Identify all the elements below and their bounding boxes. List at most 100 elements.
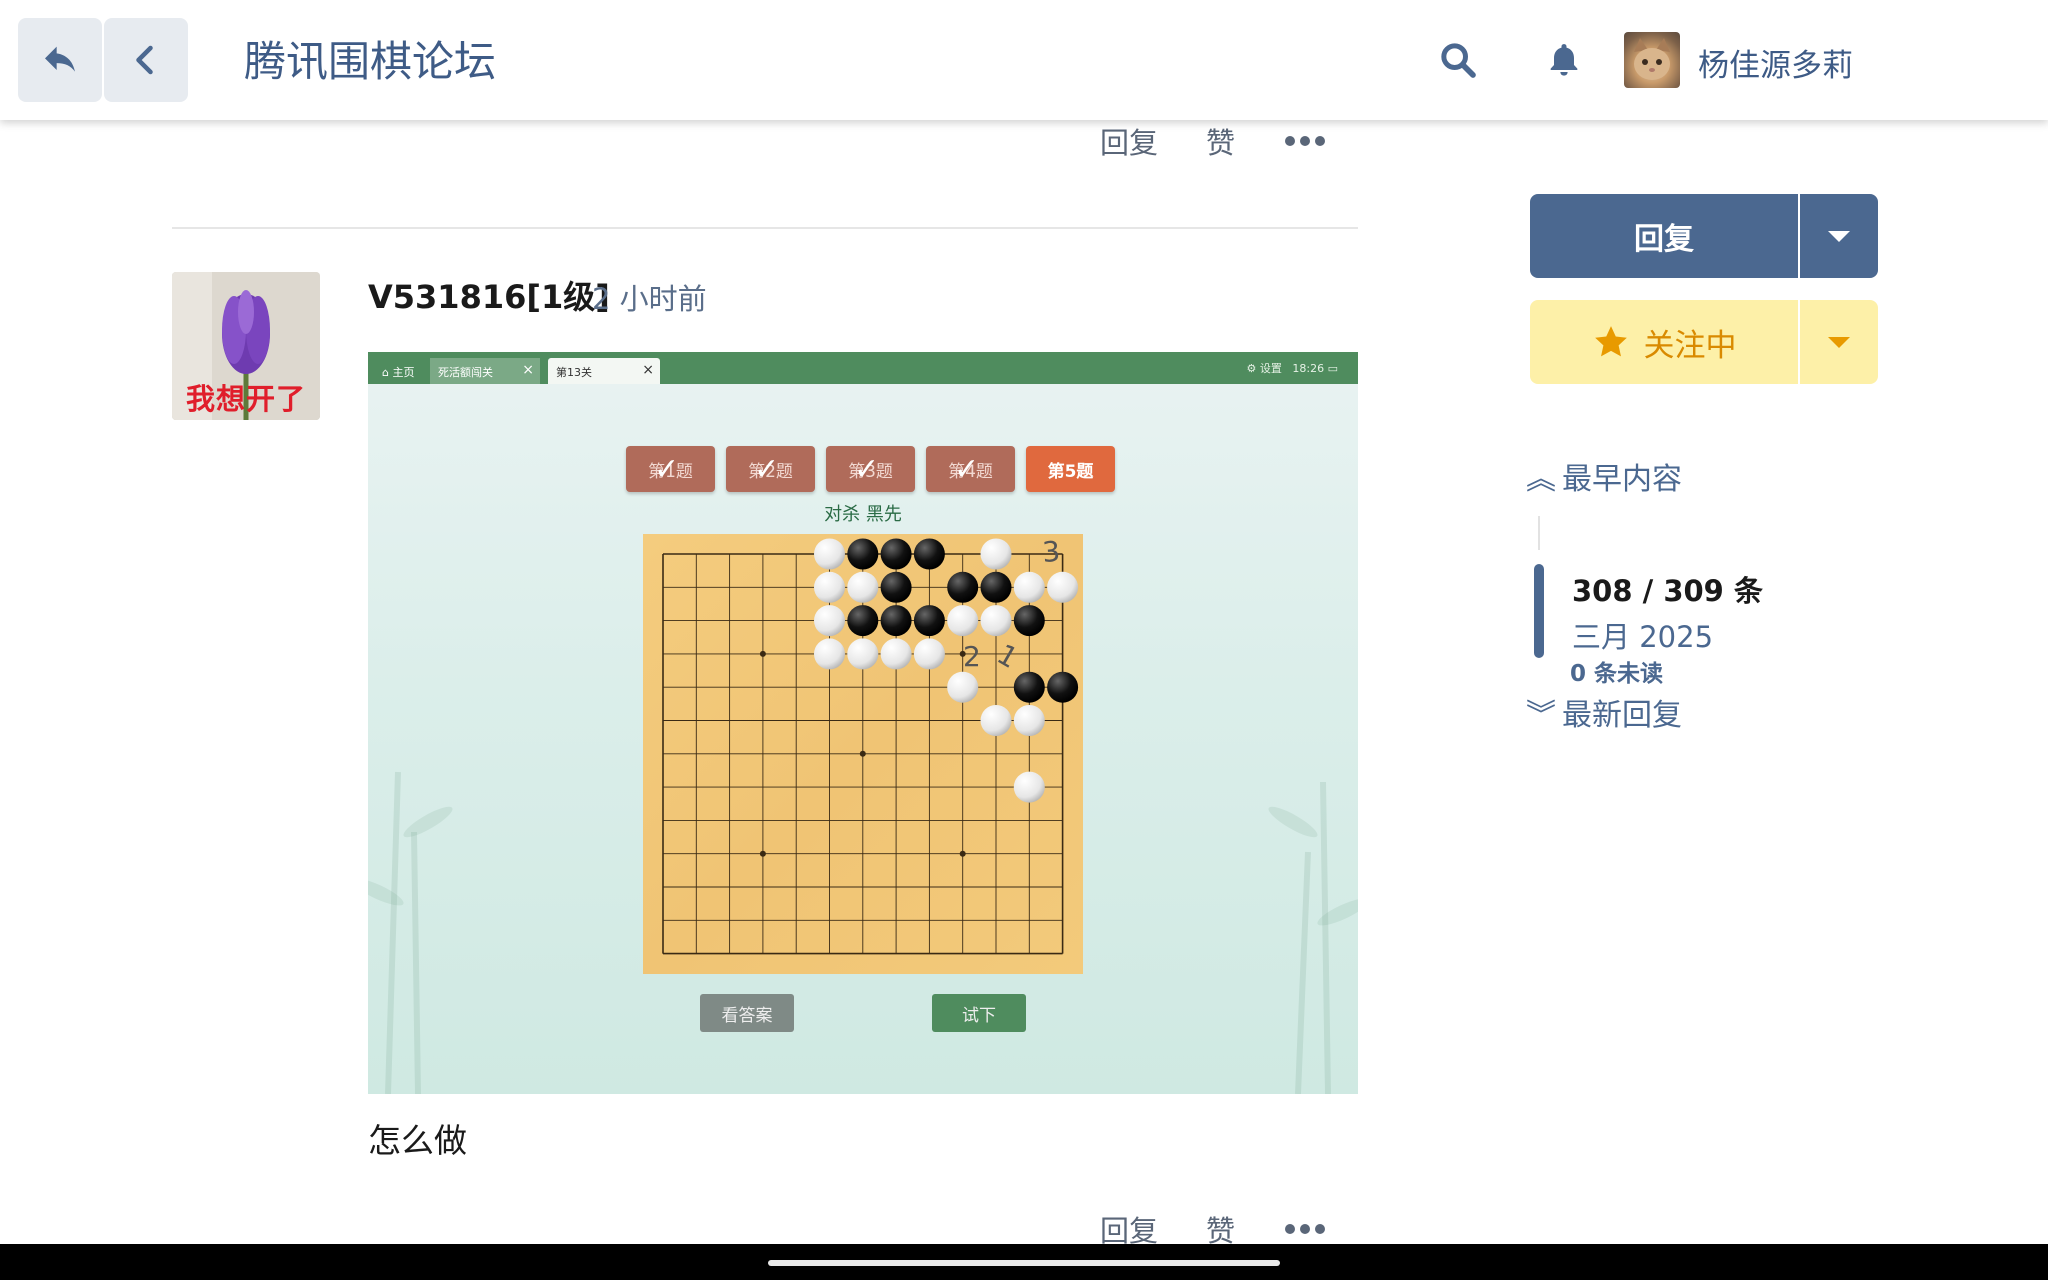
question-button-4[interactable]: 第4题 ✓ [926,446,1015,492]
white-stone[interactable] [913,638,945,670]
question-button-2[interactable]: 第2题 ✓ [726,446,815,492]
white-stone[interactable] [1013,705,1045,736]
bell-icon [1550,44,1578,76]
star-point [959,850,966,857]
game-tab-current[interactable]: 第13关 × [548,358,660,384]
black-stone[interactable] [1013,671,1045,703]
black-stone[interactable] [1047,671,1079,703]
black-stone[interactable] [847,605,879,637]
caret-down-icon [1828,336,1850,348]
post-username[interactable]: V531816[1级] [368,272,610,318]
star-point [759,650,766,657]
reply-dropdown-button[interactable] [1800,194,1878,278]
star-point [759,850,766,857]
white-stone[interactable] [1013,571,1045,603]
game-titlebar: ⌂ 主页 死活额闯关 × 第13关 × ⚙ 设置 18:26 ▭ [368,352,1358,384]
black-stone[interactable] [913,605,945,637]
reply-arrow-icon [45,46,75,72]
black-stone[interactable] [913,538,945,570]
top-header: 腾讯围棋论坛 杨佳源多莉 [0,0,2048,120]
white-stone[interactable] [814,605,845,637]
back-button[interactable] [104,18,188,102]
question-button-1[interactable]: 第1题 ✓ [626,446,715,492]
chevron-left-icon [136,45,153,75]
handwritten-annotation: 3 [1041,535,1061,569]
reply-back-button[interactable] [18,18,102,102]
question-buttons: 第1题 ✓ 第2题 ✓ 第3题 ✓ 第4题 ✓ 第5题 [626,446,1115,492]
reply-link[interactable]: 回复 [1100,120,1158,162]
game-status: ⚙ 设置 18:26 ▭ [1246,362,1338,375]
try-move-button[interactable]: 试下 [932,994,1026,1032]
go-board[interactable]: 321 [643,534,1083,974]
view-answer-button[interactable]: 看答案 [700,994,794,1032]
white-stone[interactable] [814,571,845,603]
battery-icon: ▭ [1327,362,1338,375]
gear-icon[interactable]: ⚙ [1247,362,1257,375]
double-chevron-up-icon: ︽ [1526,462,1556,497]
timeline-scroll-handle[interactable] [1534,564,1544,658]
close-icon[interactable]: × [522,362,534,378]
home-icon: ⌂ [382,366,393,379]
checkmark-icon: ✓ [854,452,880,487]
white-stone[interactable] [880,638,912,670]
question-button-3[interactable]: 第3题 ✓ [826,446,915,492]
black-stone[interactable] [880,605,912,637]
checkmark-icon: ✓ [754,452,780,487]
search-button[interactable] [1432,34,1484,86]
star-point [859,750,866,757]
user-name[interactable]: 杨佳源多莉 [1698,40,1853,85]
white-stone[interactable] [847,638,879,670]
close-icon[interactable]: × [642,362,654,378]
reply-button[interactable]: 回复 [1530,194,1798,278]
notifications-button[interactable] [1538,34,1590,86]
black-stone[interactable] [880,538,912,570]
previous-post-actions: 回复 赞 [1100,120,1326,162]
post-image-go-problem[interactable]: ⌂ 主页 死活额闯关 × 第13关 × ⚙ 设置 18:26 ▭ 第1题 ✓ 第2题 ✓… [368,352,1358,1094]
timeline-post-count: 308 / 309 条 [1572,574,1763,608]
white-stone[interactable] [814,638,845,670]
white-stone[interactable] [980,538,1012,570]
post-author-avatar[interactable]: 我想开了 [172,272,320,420]
handwritten-annotation: 2 [963,640,981,673]
black-stone[interactable] [847,538,879,570]
follow-label: 关注中 [1643,327,1737,364]
game-tab-home[interactable]: ⌂ 主页 [374,358,430,384]
post-time[interactable]: 2 小时前 [592,276,707,318]
user-avatar[interactable] [1624,32,1680,88]
timeline-latest-link[interactable]: ︾ 最新回复 [1526,690,1682,734]
white-stone[interactable] [980,705,1012,736]
search-icon [1441,43,1476,78]
white-stone[interactable] [847,571,879,603]
white-stone[interactable] [1013,771,1045,803]
post-body: 怎么做 [368,1121,467,1160]
go-board-grid[interactable]: 32 1 [643,534,1083,974]
timeline-unread: 0 条未读 [1570,661,1664,687]
white-stone[interactable] [947,605,979,637]
follow-dropdown-button[interactable] [1800,300,1878,384]
star-icon [1594,326,1627,357]
black-stone[interactable] [880,571,912,603]
timeline-date: 三月 2025 [1572,620,1714,654]
timeline-earliest-link[interactable]: ︽ 最早内容 [1526,454,1682,498]
black-stone[interactable] [947,571,979,603]
black-stone[interactable] [1013,605,1045,637]
follow-button[interactable]: 关注中 [1530,300,1798,384]
site-title[interactable]: 腾讯围棋论坛 [244,28,496,89]
problem-subtitle: 对杀 黑先 [824,504,902,525]
black-stone[interactable] [980,571,1012,603]
white-stone[interactable] [1047,571,1079,603]
more-options-icon[interactable] [1285,1224,1326,1234]
timeline-track [1538,516,1540,550]
white-stone[interactable] [980,605,1012,637]
game-tab-level[interactable]: 死活额闯关 × [430,358,540,384]
home-indicator[interactable] [768,1260,1280,1266]
question-button-5[interactable]: 第5题 [1026,446,1115,492]
checkmark-icon: ✓ [954,452,980,487]
white-stone[interactable] [947,671,979,703]
cat-avatar-icon [1634,38,1670,80]
like-link[interactable]: 赞 [1206,120,1235,162]
white-stone[interactable] [814,538,845,570]
avatar-caption: 我想开了 [186,382,307,416]
double-chevron-down-icon: ︾ [1526,698,1556,733]
more-options-icon[interactable] [1285,136,1326,146]
